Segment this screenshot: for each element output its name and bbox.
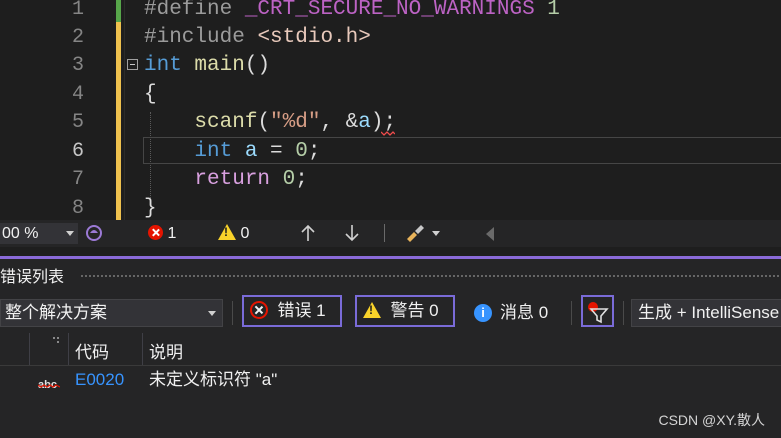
preprocessor-directive: #include — [144, 26, 245, 49]
collapse-icon[interactable] — [127, 59, 138, 70]
line-number: 2 — [71, 26, 84, 49]
table-row[interactable]: abc E0020 未定义标识符 "a" — [0, 365, 781, 397]
scope-value: 整个解决方案 — [5, 303, 107, 322]
error-description: 未定义标识符 "a" — [149, 370, 278, 389]
chevron-down-icon — [208, 311, 216, 316]
code-editor[interactable]: 1 2 3 4 5 6 7 8 #define _CRT_SECURE_NO_W… — [0, 0, 781, 220]
unsaved-change-marker — [116, 22, 121, 220]
watermark: CSDN @XY.散人 — [658, 412, 765, 428]
panel-title[interactable]: 错误列表 — [0, 263, 64, 287]
semicolon: ; — [307, 140, 321, 163]
error-icon — [148, 225, 163, 240]
code-line-1[interactable]: #define _CRT_SECURE_NO_WARNINGS 1 — [144, 0, 560, 24]
info-icon: i — [474, 304, 492, 322]
error-code-link[interactable]: E0020 — [75, 365, 124, 395]
column-divider[interactable] — [29, 333, 30, 365]
divider — [232, 301, 233, 325]
error-count-button[interactable]: 1 — [148, 223, 176, 244]
number-literal: 0 — [295, 140, 308, 163]
code-line-8[interactable]: } — [144, 194, 157, 220]
divider — [623, 301, 624, 325]
macro-name: _CRT_SECURE_NO_WARNINGS — [244, 0, 535, 21]
parens: () — [244, 54, 271, 77]
arrow-down-icon[interactable] — [344, 223, 360, 244]
paren: ( — [257, 111, 271, 134]
error-list-header: 代码 说明 — [0, 333, 781, 366]
code-line-4[interactable]: { — [144, 80, 157, 109]
filter-button[interactable] — [581, 295, 614, 327]
include-header: <stdio.h> — [257, 26, 371, 49]
function-name: main — [194, 54, 245, 77]
line-number-gutter: 1 2 3 4 5 6 7 8 — [0, 0, 100, 220]
operator: = — [257, 140, 296, 163]
warning-count: 0 — [240, 225, 250, 242]
close-brace: } — [144, 197, 157, 220]
error-icon — [250, 301, 268, 319]
column-divider[interactable] — [142, 333, 143, 365]
errors-label: 错误 1 — [277, 301, 326, 320]
undefined-identifier[interactable]: a — [358, 111, 371, 134]
health-icon[interactable] — [84, 223, 104, 244]
scope-dropdown[interactable]: 整个解决方案 — [0, 299, 223, 327]
error-count: 1 — [167, 225, 177, 242]
function-call: scanf — [194, 111, 258, 134]
gutter-divider — [124, 0, 125, 220]
format-string: "%d" — [270, 111, 321, 134]
errors-toggle-button[interactable]: 错误 1 — [242, 295, 342, 327]
code-line-2[interactable]: #include <stdio.h> — [144, 23, 371, 52]
code-line-6[interactable]: int a = 0; — [144, 137, 320, 166]
line-number: 1 — [71, 0, 84, 21]
line-number-current: 6 — [71, 140, 84, 163]
editor-status-strip: 00 % 1 0 — [0, 220, 781, 247]
column-header-description[interactable]: 说明 — [149, 338, 183, 363]
scroll-left-icon[interactable] — [486, 227, 494, 241]
variable-name: a — [244, 140, 258, 163]
line-number: 5 — [71, 111, 84, 134]
zoom-dropdown[interactable]: 00 % — [0, 223, 78, 244]
panel-drag-grip[interactable] — [80, 274, 780, 278]
messages-toggle-button[interactable]: i 消息 0 — [474, 301, 548, 325]
divider — [384, 224, 385, 242]
warning-icon — [363, 302, 381, 318]
warning-count-button[interactable]: 0 — [218, 223, 249, 244]
semicolon: ; — [295, 168, 308, 191]
saved-change-marker — [116, 0, 121, 22]
messages-label: 消息 0 — [500, 303, 549, 322]
operator: , & — [320, 111, 359, 134]
type-keyword: int — [194, 140, 233, 163]
column-divider[interactable] — [68, 333, 69, 365]
zoom-value: 00 % — [2, 225, 39, 242]
chevron-down-icon — [66, 231, 74, 236]
line-number: 7 — [71, 168, 84, 191]
line-number: 4 — [71, 83, 84, 106]
line-number: 8 — [71, 197, 84, 220]
build-source-dropdown[interactable]: 生成 + IntelliSense — [631, 299, 781, 327]
return-keyword: return — [194, 168, 271, 191]
filter-icon — [588, 302, 609, 324]
preprocessor-directive: #define — [144, 0, 233, 21]
code-line-5[interactable]: scanf("%d", &a); — [144, 108, 396, 137]
warnings-toggle-button[interactable]: 警告 0 — [355, 295, 455, 327]
number-literal: 0 — [282, 168, 296, 191]
line-number: 3 — [71, 54, 84, 77]
code-cleanup-brush-icon[interactable] — [404, 223, 444, 244]
code-line-7[interactable]: return 0; — [144, 165, 308, 194]
open-brace: { — [144, 83, 157, 106]
error-list-toolbar: 整个解决方案 错误 1 警告 0 i 消息 0 生成 + IntelliSense — [0, 293, 781, 333]
squiggle-icon — [38, 384, 60, 388]
error-squiggle — [381, 131, 395, 136]
warning-icon — [218, 224, 236, 240]
code-line-3[interactable]: int main() — [144, 51, 270, 80]
type-keyword: int — [144, 54, 182, 77]
column-picker-icon[interactable] — [50, 335, 66, 347]
macro-value: 1 — [547, 0, 560, 21]
warnings-label: 警告 0 — [390, 301, 439, 320]
divider — [571, 301, 572, 325]
arrow-up-icon[interactable] — [300, 223, 316, 244]
column-header-code[interactable]: 代码 — [75, 338, 109, 363]
